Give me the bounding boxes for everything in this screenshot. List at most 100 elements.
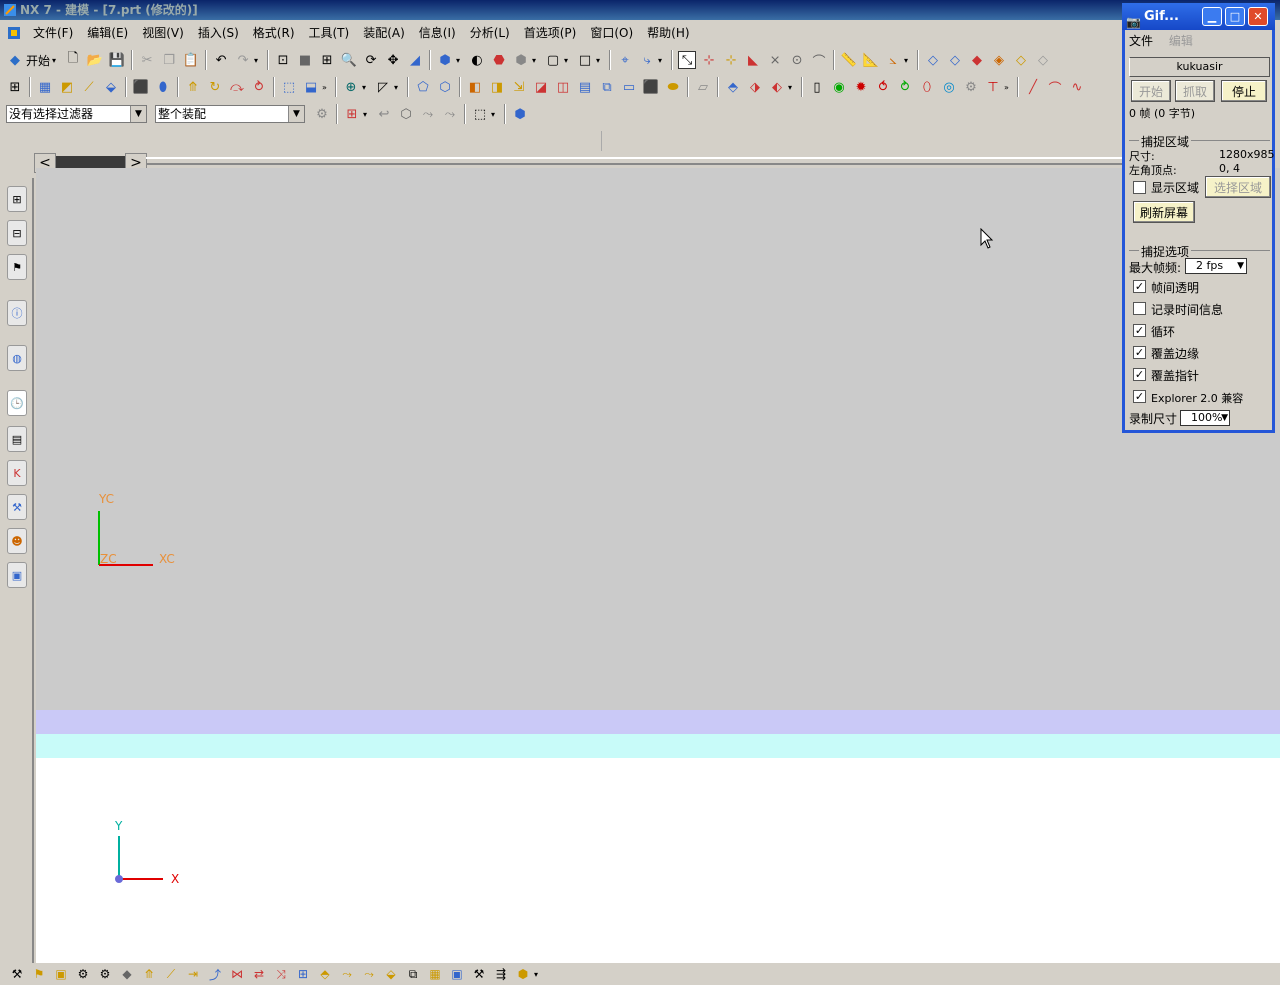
spline-icon[interactable]: ∿: [1068, 78, 1086, 96]
surface-3-icon[interactable]: ◆: [968, 51, 986, 69]
chevron-down-icon[interactable]: ▼: [130, 106, 146, 122]
measure-dropdown-icon[interactable]: ▾: [904, 56, 912, 65]
menu-file[interactable]: 文件(F): [26, 22, 80, 44]
assembly-navigator-tab-icon[interactable]: ⊞: [7, 186, 27, 212]
frame-transparent-checkbox[interactable]: ✓: [1133, 280, 1146, 293]
process-studio-tab-icon[interactable]: ▤: [7, 426, 27, 452]
sew-icon[interactable]: ⬛: [642, 78, 660, 96]
datum-plane-icon[interactable]: ◩: [58, 78, 76, 96]
bottom-tool-15-icon[interactable]: ⬘: [316, 965, 334, 983]
bottom-tool-13-icon[interactable]: ⤨: [272, 965, 290, 983]
measure-icon[interactable]: ⦣: [884, 51, 902, 69]
extract-icon[interactable]: ▭: [620, 78, 638, 96]
knowledge-tab-icon[interactable]: K: [7, 460, 27, 486]
shell-icon[interactable]: ⬠: [414, 78, 432, 96]
bottom-tool-24-icon[interactable]: ⬢: [514, 965, 532, 983]
boolean-more-icon[interactable]: »: [322, 83, 330, 92]
pan-icon[interactable]: ✥: [384, 51, 402, 69]
roles-tab-icon[interactable]: ☻: [7, 528, 27, 554]
paste-icon[interactable]: 📋: [182, 51, 200, 69]
synchronous-1-icon[interactable]: ⬘: [724, 78, 742, 96]
layout-dropdown-icon[interactable]: ▾: [564, 56, 572, 65]
bottom-tool-21-icon[interactable]: ▣: [448, 965, 466, 983]
split-body-icon[interactable]: ◫: [554, 78, 572, 96]
menu-preferences[interactable]: 首选项(P): [517, 22, 584, 44]
bottom-tool-22-icon[interactable]: ⚒: [470, 965, 488, 983]
zoom-area-icon[interactable]: ⊞: [318, 51, 336, 69]
line-icon[interactable]: ╱: [1024, 78, 1042, 96]
draft-icon[interactable]: ⬡: [436, 78, 454, 96]
datum-csys-icon[interactable]: ⬙: [102, 78, 120, 96]
orient-view-icon[interactable]: ⬢: [436, 51, 454, 69]
ring-icon[interactable]: ◎: [940, 78, 958, 96]
spring-icon[interactable]: ⥀: [874, 78, 892, 96]
wcs-orient-icon[interactable]: ⤷: [638, 51, 656, 69]
max-fps-select[interactable]: 2 fps ▼: [1185, 258, 1247, 274]
endpoint-icon[interactable]: ⊹: [700, 51, 718, 69]
record-time-checkbox[interactable]: [1133, 302, 1146, 315]
bottom-tool-5-icon[interactable]: ⚙: [96, 965, 114, 983]
select-body-icon[interactable]: ⤳: [441, 105, 459, 123]
bottom-tool-12-icon[interactable]: ⇄: [250, 965, 268, 983]
perspective-icon[interactable]: ◢: [406, 51, 424, 69]
trim-body-icon[interactable]: ◪: [532, 78, 550, 96]
pattern-icon[interactable]: ▤: [576, 78, 594, 96]
mirror-icon[interactable]: ⧉: [598, 78, 616, 96]
start-dropdown-icon[interactable]: ▾: [52, 56, 60, 65]
snap-grid-icon[interactable]: ⊞: [343, 105, 361, 123]
hole-icon[interactable]: ⊕: [342, 78, 360, 96]
bottom-tool-9-icon[interactable]: ⇥: [184, 965, 202, 983]
torus-icon[interactable]: ⬯: [918, 78, 936, 96]
select-face-icon[interactable]: ⬡: [397, 105, 415, 123]
arc-icon[interactable]: ⌒: [1046, 78, 1064, 97]
circle-green-icon[interactable]: ◉: [830, 78, 848, 96]
undo-icon[interactable]: ↶: [212, 51, 230, 69]
bottom-more-dropdown-icon[interactable]: ▾: [534, 970, 538, 979]
assembly-navigator-icon[interactable]: ⊞: [6, 78, 24, 96]
surface-5-icon[interactable]: ◇: [1012, 51, 1030, 69]
chamfer-icon[interactable]: ◧: [466, 78, 484, 96]
select-mode-dropdown-icon[interactable]: ▾: [491, 110, 499, 119]
bottom-tool-4-icon[interactable]: ⚙: [74, 965, 92, 983]
rectangle-select-icon[interactable]: ⬚: [471, 105, 489, 123]
cover-pointer-checkbox[interactable]: ✓: [1133, 368, 1146, 381]
surface-1-icon[interactable]: ◇: [924, 51, 942, 69]
wcs-dropdown-icon[interactable]: ▾: [658, 56, 666, 65]
surface-4-icon[interactable]: ◈: [990, 51, 1008, 69]
assembly-scope-select[interactable]: 整个装配 ▼: [155, 105, 305, 123]
intersection-icon[interactable]: ⨯: [766, 51, 784, 69]
graphics-window[interactable]: YC XC ZC: [36, 168, 1280, 710]
menu-tools[interactable]: 工具(T): [302, 22, 357, 44]
menu-view[interactable]: 视图(V): [135, 22, 191, 44]
synchronous-2-icon[interactable]: ⬗: [746, 78, 764, 96]
bottom-tool-18-icon[interactable]: ⬙: [382, 965, 400, 983]
tangent-icon[interactable]: ⌒: [810, 51, 828, 70]
control-point-icon[interactable]: ◣: [744, 51, 762, 69]
bottom-tool-6-icon[interactable]: ◆: [118, 965, 136, 983]
sweep-icon[interactable]: ⤼: [228, 78, 246, 96]
explorer-compat-checkbox[interactable]: ✓: [1133, 390, 1146, 403]
copy-icon[interactable]: ❐: [160, 51, 178, 69]
wireframe-icon[interactable]: ⬣: [490, 51, 508, 69]
redo-dropdown-icon[interactable]: ▾: [254, 56, 262, 65]
bottom-tool-23-icon[interactable]: ⇶: [492, 965, 510, 983]
stop-button[interactable]: 停止: [1221, 80, 1267, 102]
bottom-tool-2-icon[interactable]: ⚑: [30, 965, 48, 983]
subtract-icon[interactable]: ⬓: [302, 78, 320, 96]
snap-dropdown-icon[interactable]: ▾: [363, 110, 371, 119]
tube-icon[interactable]: ⥁: [250, 78, 268, 96]
tee-icon[interactable]: ⊤: [984, 78, 1002, 96]
sketch-icon[interactable]: ▦: [36, 78, 54, 96]
minimize-button[interactable]: ▁: [1202, 7, 1222, 26]
blend-dropdown-icon[interactable]: ▾: [394, 83, 402, 92]
bottom-tool-17-icon[interactable]: ⤳: [360, 965, 378, 983]
constraint-navigator-tab-icon[interactable]: ⊟: [7, 220, 27, 246]
select-area-button[interactable]: 选择区域: [1205, 176, 1271, 198]
menu-insert[interactable]: 插入(S): [191, 22, 246, 44]
cover-edge-checkbox[interactable]: ✓: [1133, 346, 1146, 359]
record-size-select[interactable]: 100% ▼: [1180, 410, 1230, 426]
menu-help[interactable]: 帮助(H): [640, 22, 696, 44]
scale-body-icon[interactable]: ⇲: [510, 78, 528, 96]
loop-checkbox[interactable]: ✓: [1133, 324, 1146, 337]
part-navigator-tab-icon[interactable]: ⚑: [7, 254, 27, 280]
